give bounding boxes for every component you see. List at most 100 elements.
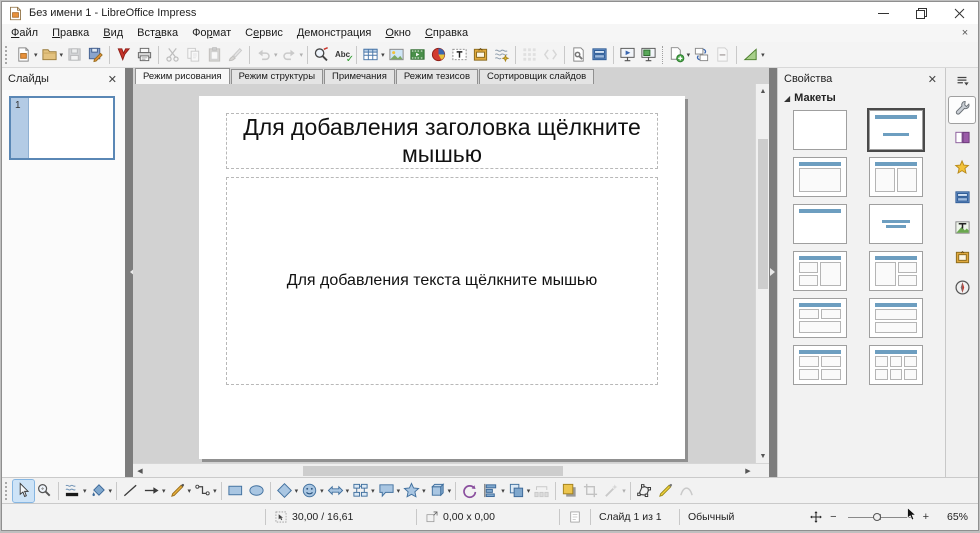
dropdown-arrow-icon[interactable]: ▾	[422, 487, 426, 495]
dropdown-arrow-icon[interactable]: ▾	[274, 51, 278, 59]
menu-help[interactable]: Справка	[418, 26, 475, 40]
properties-deck-tab[interactable]	[949, 97, 975, 123]
dropdown-arrow-icon[interactable]: ▾	[188, 487, 192, 495]
flowchart-button[interactable]: ▾	[350, 480, 376, 502]
vertical-scroll-thumb[interactable]	[758, 139, 768, 289]
layout-2content-over-content[interactable]	[793, 298, 847, 338]
curve-button[interactable]: ▾	[167, 480, 193, 502]
fit-slide-button[interactable]	[805, 510, 827, 524]
start-from-current-slide-button[interactable]	[638, 44, 659, 66]
show-draw-functions-button[interactable]: ▾	[740, 44, 766, 66]
ellipse-button[interactable]	[246, 480, 267, 502]
dropdown-arrow-icon[interactable]: ▾	[381, 51, 385, 59]
layout-4content[interactable]	[793, 345, 847, 385]
export-pdf-button[interactable]	[113, 44, 134, 66]
insert-media-button[interactable]	[407, 44, 428, 66]
dropdown-arrow-icon[interactable]: ▾	[109, 487, 113, 495]
align-objects-button[interactable]: ▾	[480, 480, 506, 502]
scroll-right-icon[interactable]: ▶	[741, 464, 755, 478]
start-from-first-slide-button[interactable]	[617, 44, 638, 66]
dropdown-arrow-icon[interactable]: ▾	[346, 487, 350, 495]
lines-and-arrows-button[interactable]: ▾	[141, 480, 167, 502]
right-panel-splitter[interactable]	[769, 68, 777, 477]
close-document-button[interactable]: ×	[956, 27, 978, 39]
duplicate-slide-button[interactable]	[691, 44, 712, 66]
dropdown-arrow-icon[interactable]: ▾	[34, 51, 38, 59]
dropdown-arrow-icon[interactable]: ▾	[60, 51, 64, 59]
title-placeholder[interactable]: Для добавления заголовка щёлкните мышью	[226, 113, 658, 169]
insert-line-button[interactable]	[120, 480, 141, 502]
scroll-up-icon[interactable]: ▲	[756, 84, 770, 98]
layout-title-only[interactable]	[793, 204, 847, 244]
layout-2content-content[interactable]	[793, 251, 847, 291]
tab-slide-sorter-view[interactable]: Сортировщик слайдов	[479, 69, 594, 84]
rotate-button[interactable]	[459, 480, 480, 502]
layouts-section-header[interactable]: ◢ Макеты	[778, 90, 945, 106]
layout-centered-text[interactable]	[869, 204, 923, 244]
rectangle-button[interactable]	[225, 480, 246, 502]
restore-button[interactable]	[902, 2, 940, 24]
special-character-button[interactable]	[491, 44, 512, 66]
horizontal-scrollbar[interactable]: ◀ ▶	[133, 463, 769, 477]
slide-thumbnail-1[interactable]: 1	[9, 96, 115, 160]
find-replace-button[interactable]	[311, 44, 332, 66]
insert-chart-button[interactable]	[428, 44, 449, 66]
zoom-pan-button[interactable]	[34, 480, 55, 502]
gallery-deck-tab[interactable]	[949, 247, 975, 273]
dropdown-arrow-icon[interactable]: ▾	[83, 487, 87, 495]
dropdown-arrow-icon[interactable]: ▾	[501, 487, 505, 495]
dropdown-arrow-icon[interactable]: ▾	[397, 487, 401, 495]
layout-name-field[interactable]: Обычный	[680, 511, 805, 523]
block-arrows-button[interactable]: ▾	[325, 480, 351, 502]
print-button[interactable]	[134, 44, 155, 66]
insert-image-button[interactable]	[386, 44, 407, 66]
edit-points-button[interactable]	[634, 480, 655, 502]
horizontal-scroll-thumb[interactable]	[303, 466, 563, 476]
menu-view[interactable]: Вид	[96, 26, 130, 40]
layout-title-content[interactable]	[793, 157, 847, 197]
master-slide-button[interactable]	[589, 44, 610, 66]
styles-deck-tab[interactable]	[949, 217, 975, 243]
menu-slideshow[interactable]: Демонстрация	[290, 26, 379, 40]
layout-title-slide[interactable]	[869, 110, 923, 150]
header-footer-button[interactable]	[470, 44, 491, 66]
stars-banners-button[interactable]: ▾	[401, 480, 427, 502]
tab-outline-view[interactable]: Режим структуры	[231, 69, 323, 84]
toolbar-grip[interactable]	[5, 46, 10, 64]
dropdown-arrow-icon[interactable]: ▾	[300, 51, 304, 59]
dropdown-arrow-icon[interactable]: ▾	[761, 51, 765, 59]
connector-button[interactable]: ▾	[192, 480, 218, 502]
layout-content-over-content[interactable]	[869, 298, 923, 338]
properties-panel-close-icon[interactable]: ✕	[926, 73, 939, 86]
menu-tools[interactable]: Сервис	[238, 26, 290, 40]
select-button[interactable]	[13, 480, 34, 502]
tab-drawing-view[interactable]: Режим рисования	[135, 68, 230, 84]
slide-canvas[interactable]: Для добавления заголовка щёлкните мышью …	[199, 96, 685, 459]
shadow-button[interactable]	[559, 480, 580, 502]
layout-title-2content[interactable]	[869, 157, 923, 197]
layout-6content[interactable]	[869, 345, 923, 385]
scroll-left-icon[interactable]: ◀	[133, 464, 147, 478]
menu-file[interactable]: Файл	[4, 26, 45, 40]
dropdown-arrow-icon[interactable]: ▾	[320, 487, 324, 495]
menu-window[interactable]: Окно	[378, 26, 418, 40]
dropdown-arrow-icon[interactable]: ▾	[527, 487, 531, 495]
drawbar-grip[interactable]	[5, 482, 10, 500]
scroll-down-icon[interactable]: ▼	[756, 449, 770, 463]
dropdown-arrow-icon[interactable]: ▾	[162, 487, 166, 495]
vertical-scrollbar[interactable]: ▲ ▼	[755, 84, 769, 463]
new-slide-button[interactable]: ▾	[666, 44, 692, 66]
dropdown-arrow-icon[interactable]: ▾	[687, 51, 691, 59]
arrange-objects-button[interactable]: ▾	[506, 480, 532, 502]
tab-handout-view[interactable]: Режим тезисов	[396, 69, 478, 84]
basic-shapes-button[interactable]: ▾	[274, 480, 300, 502]
zoom-percent[interactable]: 65%	[932, 511, 978, 523]
dropdown-arrow-icon[interactable]: ▾	[371, 487, 375, 495]
glue-points-button[interactable]	[655, 480, 676, 502]
line-style-button[interactable]: ▾	[62, 480, 88, 502]
navigator-deck-tab[interactable]	[949, 277, 975, 303]
symbol-shapes-button[interactable]: ▾	[299, 480, 325, 502]
content-placeholder[interactable]: Для добавления текста щёлкните мышью	[226, 177, 658, 385]
save-as-button[interactable]	[85, 44, 106, 66]
new-presentation-button[interactable]: ▾	[13, 44, 39, 66]
